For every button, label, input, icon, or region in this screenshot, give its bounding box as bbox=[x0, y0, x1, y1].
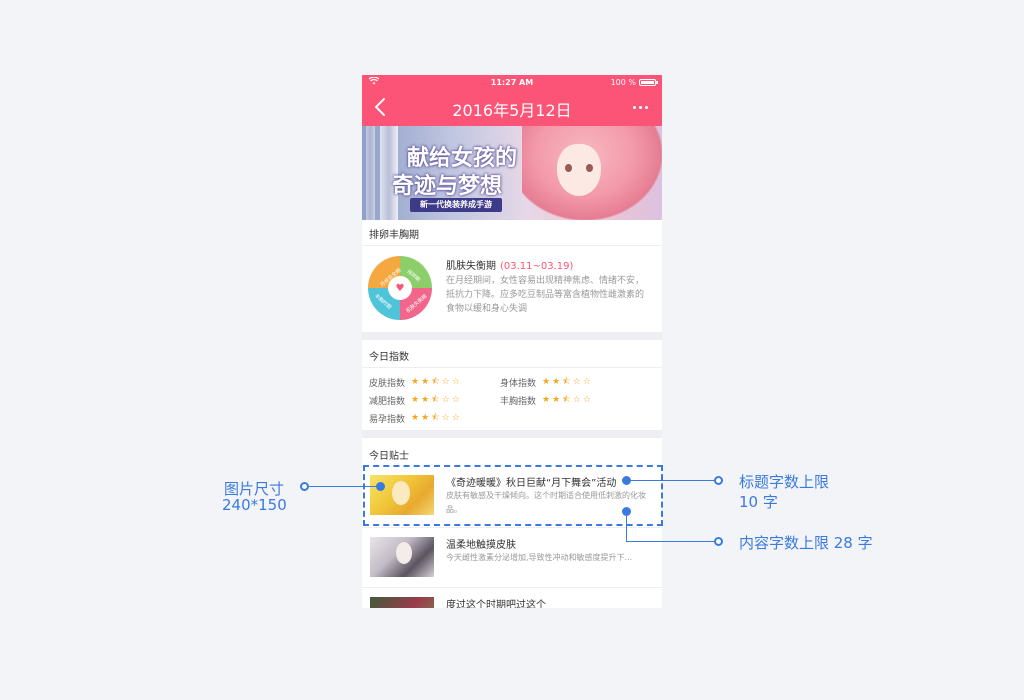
annotation-dot bbox=[622, 507, 631, 516]
title-limit-value: 10 字 bbox=[739, 493, 778, 511]
index-label: 身体指数 bbox=[500, 378, 537, 389]
index-section-title: 今日指数 bbox=[369, 352, 409, 363]
star-rating: ★★⯪☆☆ bbox=[411, 395, 462, 405]
tip-title: 度过这个时期吧过这个 bbox=[446, 600, 546, 608]
tip-thumbnail bbox=[370, 537, 434, 577]
star-rating: ★★⯪☆☆ bbox=[542, 395, 593, 405]
index-item-fertility: 易孕指数 ★★⯪☆☆ bbox=[369, 410, 462, 426]
tip-text: 今天雌性激素分泌增加,导致性冲动和敏感度提升下... bbox=[446, 553, 633, 562]
divider bbox=[362, 245, 662, 246]
cycle-section-title: 排卵丰胸期 bbox=[369, 230, 419, 241]
skin-period-text: 在月经期间，女性容易出现精神焦虑、情绪不安，抵抗力下降。应多吃豆制品等富含植物性… bbox=[446, 276, 645, 314]
annotation-line bbox=[626, 516, 627, 541]
annotation-line bbox=[309, 486, 377, 487]
annotation-line bbox=[631, 480, 716, 481]
annotation-dot bbox=[714, 476, 723, 485]
phone-screen: 11:27 AM 100 % 2016年5月12日 献给女孩的 奇迹与梦想 新一… bbox=[362, 75, 662, 608]
content-limit-label: 内容字数上限 28 字 bbox=[739, 534, 873, 552]
index-label: 易孕指数 bbox=[369, 414, 406, 425]
skin-period-date: (03.11~03.19) bbox=[500, 261, 574, 272]
heart-icon: ♥ bbox=[388, 276, 412, 300]
index-label: 减肥指数 bbox=[369, 396, 406, 407]
annotation-dot bbox=[622, 476, 631, 485]
annotation-dot bbox=[376, 482, 385, 491]
index-label: 丰胸指数 bbox=[500, 396, 537, 407]
divider bbox=[362, 527, 662, 528]
more-button[interactable] bbox=[628, 95, 652, 119]
battery-percent: 100 % bbox=[610, 78, 636, 87]
index-label: 皮肤指数 bbox=[369, 378, 406, 389]
divider bbox=[362, 587, 662, 588]
more-dot bbox=[638, 105, 642, 109]
annotation-dot bbox=[300, 482, 309, 491]
star-rating: ★★⯪☆☆ bbox=[542, 377, 593, 387]
skin-period-title: 肌肤失衡期 (03.11~03.19) bbox=[446, 257, 573, 272]
star-rating: ★★⯪☆☆ bbox=[411, 377, 462, 387]
index-item-diet: 减肥指数 ★★⯪☆☆ bbox=[369, 392, 462, 408]
more-dot bbox=[632, 105, 636, 109]
banner-character-face bbox=[557, 144, 601, 196]
divider bbox=[362, 367, 662, 368]
tip-thumbnail bbox=[370, 597, 434, 608]
tips-section-title: 今日贴士 bbox=[369, 451, 409, 462]
tip-annotation-box bbox=[363, 465, 663, 526]
index-item-body: 身体指数 ★★⯪☆☆ bbox=[500, 374, 593, 390]
annotation-dot bbox=[714, 537, 723, 546]
index-item-bust: 丰胸指数 ★★⯪☆☆ bbox=[500, 392, 593, 408]
page-title: 2016年5月12日 bbox=[452, 101, 572, 120]
banner-title-line2: 奇迹与梦想 bbox=[392, 174, 503, 199]
battery-status: 100 % bbox=[610, 78, 658, 87]
banner-pillar bbox=[366, 126, 375, 220]
battery-icon bbox=[639, 79, 658, 86]
tip-item[interactable]: 温柔地触摸皮肤 今天雌性激素分泌增加,导致性冲动和敏感度提升下... bbox=[362, 529, 662, 581]
title-limit-label: 标题字数上限 bbox=[739, 473, 830, 491]
more-dot bbox=[644, 105, 648, 109]
tip-item[interactable]: 度过这个时期吧过这个 bbox=[362, 589, 662, 608]
tip-title: 温柔地触摸皮肤 bbox=[446, 540, 516, 551]
index-item-skin: 皮肤指数 ★★⯪☆☆ bbox=[369, 374, 462, 390]
section-gap bbox=[362, 430, 662, 438]
star-rating: ★★⯪☆☆ bbox=[411, 413, 462, 423]
skin-period-name: 肌肤失衡期 bbox=[446, 261, 496, 272]
cycle-wheel[interactable]: 月经安全期 排卵期 丰胸时期 肌肤失衡期 ♥ bbox=[368, 256, 432, 320]
app-header: 11:27 AM 100 % 2016年5月12日 bbox=[362, 75, 662, 126]
section-gap bbox=[362, 332, 662, 340]
image-size-value: 240*150 bbox=[222, 496, 287, 514]
annotation-line bbox=[626, 541, 716, 542]
banner-character-eye bbox=[565, 164, 572, 172]
banner-character-eye bbox=[586, 164, 593, 172]
status-bar: 11:27 AM 100 % bbox=[362, 75, 662, 91]
promo-banner[interactable]: 献给女孩的 奇迹与梦想 新一代换装养成手游 bbox=[362, 126, 662, 220]
banner-tag: 新一代换装养成手游 bbox=[410, 198, 502, 212]
